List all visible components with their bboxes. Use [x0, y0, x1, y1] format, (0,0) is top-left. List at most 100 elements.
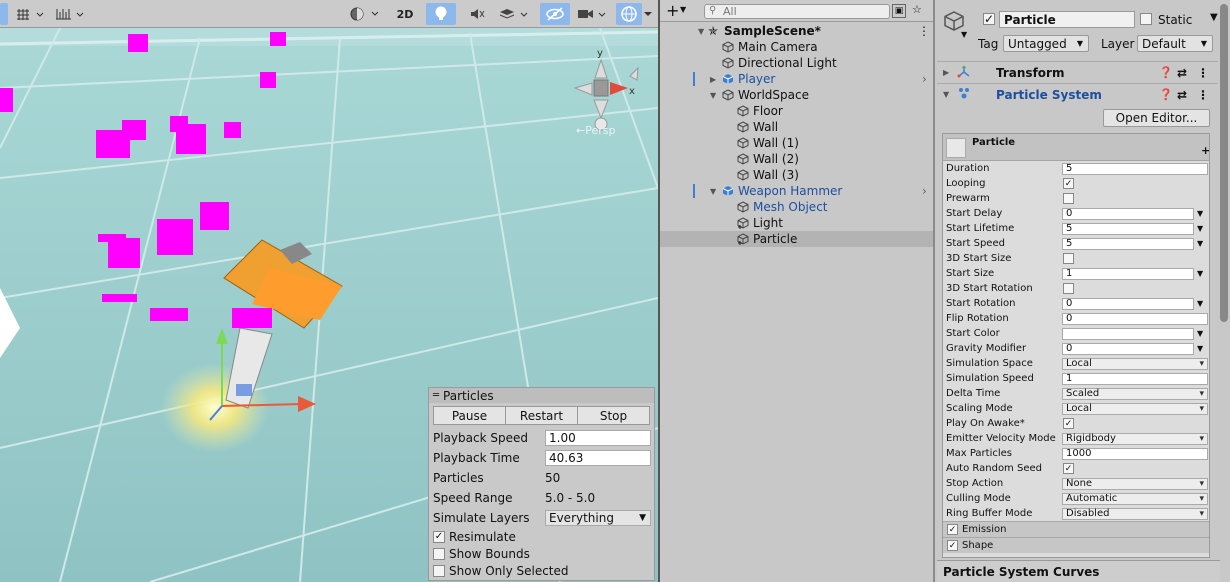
scene-filter-icon[interactable]: ▣ [892, 4, 906, 18]
scene-viewport[interactable]: y x ←Persp ═ Particles Pause Restart Sto… [0, 28, 658, 582]
prop-start-size-input[interactable]: 1 [1062, 267, 1194, 280]
prop-emitter-velocity-mode-dropdown[interactable]: Rigidbody [1062, 432, 1208, 445]
pause-button[interactable]: Pause [434, 407, 506, 424]
audio-toggle-button[interactable] [462, 3, 492, 25]
resimulate-checkbox[interactable]: ✓ [433, 530, 445, 543]
grid-snap-button[interactable] [12, 3, 48, 25]
add-module-icon[interactable]: + [1201, 144, 1209, 157]
hierarchy-item-wall-3[interactable]: Wall (3) [660, 167, 933, 183]
particle-main-module-header[interactable]: Particle + [943, 134, 1209, 161]
prop-culling-mode-dropdown[interactable]: Automatic [1062, 492, 1208, 505]
hierarchy-item-particle[interactable]: Particle [660, 231, 933, 247]
chevron-down-icon[interactable]: ▼ [1197, 239, 1203, 248]
prop-flip-rotation-input[interactable]: 0 [1062, 312, 1208, 325]
scene-visibility-toggle[interactable] [540, 3, 570, 25]
scrollbar-thumb[interactable] [1220, 4, 1228, 322]
favorite-star-icon[interactable]: ☆ [912, 3, 922, 16]
hierarchy-item-wall[interactable]: Wall [660, 119, 933, 135]
emission-checkbox[interactable]: ✓ [947, 524, 958, 535]
prop-simulation-space-dropdown[interactable]: Local [1062, 357, 1208, 370]
hierarchy-item-wall-1[interactable]: Wall (1) [660, 135, 933, 151]
static-checkbox[interactable] [1140, 13, 1152, 25]
overlay-title-bar[interactable]: ═ Particles [429, 388, 654, 403]
chevron-down-icon[interactable]: ▼ [1210, 12, 1218, 23]
chevron-right-icon[interactable]: › [922, 184, 927, 198]
chevron-down-icon[interactable]: ▼ [1197, 269, 1203, 278]
chevron-down-icon[interactable]: ▼ [1197, 299, 1203, 308]
particle-system-component-header[interactable]: ▼ Particle System ❓ ⇄ ⋮ [937, 83, 1220, 105]
playback-speed-input[interactable]: 1.00 [545, 430, 651, 446]
layer-dropdown[interactable]: Default ▼ [1137, 35, 1213, 52]
simulate-layers-dropdown[interactable]: Everything ▼ [545, 510, 651, 526]
prop-3d-start-rotation-checkbox[interactable] [1063, 283, 1074, 294]
hierarchy-item-light[interactable]: Light [660, 215, 933, 231]
prop-auto-random-seed-checkbox[interactable]: ✓ [1063, 463, 1074, 474]
shape-module-header[interactable]: ✓ Shape [943, 537, 1209, 553]
effects-dropdown[interactable] [496, 3, 536, 25]
prop-start-rotation-input[interactable]: 0 [1062, 297, 1194, 310]
more-options-icon[interactable]: ⋮ [1197, 88, 1209, 102]
expand-arrow-icon[interactable]: ▼ [710, 187, 716, 196]
prop-prewarm-checkbox[interactable] [1063, 193, 1074, 204]
hierarchy-item-wall-2[interactable]: Wall (2) [660, 151, 933, 167]
prop-max-particles-input[interactable]: 1000 [1062, 447, 1208, 460]
show-bounds-checkbox[interactable] [433, 547, 445, 560]
add-object-button[interactable]: + [666, 1, 679, 20]
chevron-right-icon[interactable]: › [922, 72, 927, 86]
preset-icon[interactable]: ⇄ [1177, 66, 1187, 80]
chevron-down-icon[interactable]: ▼ [1197, 209, 1203, 218]
hierarchy-item-main-camera[interactable]: Main Camera [660, 39, 933, 55]
more-options-icon[interactable]: ⋮ [1197, 66, 1209, 80]
hierarchy-item-worldspace[interactable]: ▼ WorldSpace [660, 87, 933, 103]
stop-button[interactable]: Stop [578, 407, 649, 424]
expand-arrow-icon[interactable]: ▼ [698, 27, 704, 36]
orientation-gizmo[interactable]: y x [570, 38, 640, 138]
chevron-down-icon[interactable]: ▼ [680, 5, 686, 14]
more-options-icon[interactable]: ⋮ [918, 24, 930, 38]
collapsed-arrow-icon[interactable]: ▶ [710, 75, 716, 84]
preset-icon[interactable]: ⇄ [1177, 88, 1187, 102]
tag-dropdown[interactable]: Untagged ▼ [1003, 35, 1089, 52]
chevron-down-icon[interactable]: ▼ [1197, 329, 1203, 338]
prop-stop-action-dropdown[interactable]: None [1062, 477, 1208, 490]
prop-start-color-swatch[interactable] [1062, 327, 1194, 340]
prop-start-delay-input[interactable]: 0 [1062, 207, 1194, 220]
active-checkbox[interactable]: ✓ [983, 13, 995, 25]
emission-module-header[interactable]: ✓ Emission [943, 521, 1209, 537]
perspective-label[interactable]: ←Persp [576, 124, 615, 137]
prop-delta-time-dropdown[interactable]: Scaled [1062, 387, 1208, 400]
expand-arrow-icon[interactable]: ▼ [710, 91, 716, 100]
prop-gravity-modifier-input[interactable]: 0 [1062, 342, 1194, 355]
hierarchy-item-samplescene[interactable]: ▼ ✯ SampleScene* ⋮ [660, 23, 933, 39]
scene-view[interactable]: 2D y x ←Persp ═ Particles Pause Restart … [0, 0, 658, 582]
hierarchy-item-player[interactable]: ▶ Player › [660, 71, 933, 87]
shape-checkbox[interactable]: ✓ [947, 540, 958, 551]
gizmos-dropdown-arrow[interactable] [642, 3, 654, 25]
increment-snap-button[interactable] [52, 3, 88, 25]
restart-button[interactable]: Restart [506, 407, 578, 424]
chevron-down-icon[interactable]: ▼ [1197, 344, 1203, 353]
shading-mode-dropdown[interactable] [346, 3, 384, 25]
prop-simulation-speed-input[interactable]: 1 [1062, 372, 1208, 385]
object-name-input[interactable]: Particle [999, 11, 1135, 28]
prop-start-speed-input[interactable]: 5 [1062, 237, 1194, 250]
hierarchy-item-floor[interactable]: Floor [660, 103, 933, 119]
chevron-down-icon[interactable]: ▼ [961, 30, 967, 39]
prop-ring-buffer-mode-dropdown[interactable]: Disabled [1062, 507, 1208, 520]
help-icon[interactable]: ❓ [1159, 66, 1173, 79]
hierarchy-item-directional-light[interactable]: Directional Light [660, 55, 933, 71]
particle-system-curves-header[interactable]: Particle System Curves [937, 560, 1220, 582]
prop-start-lifetime-input[interactable]: 5 [1062, 222, 1194, 235]
hierarchy-search-input[interactable]: ⚲ All [704, 4, 890, 19]
prop-scaling-mode-dropdown[interactable]: Local [1062, 402, 1208, 415]
hierarchy-item-mesh-object[interactable]: Mesh Object [660, 199, 933, 215]
camera-dropdown[interactable] [574, 3, 614, 25]
help-icon[interactable]: ❓ [1159, 88, 1173, 101]
prop-3d-start-size-checkbox[interactable] [1063, 253, 1074, 264]
gizmos-toggle-button[interactable] [616, 3, 642, 25]
2d-toggle-button[interactable]: 2D [390, 3, 420, 25]
prop-play-on-awake-checkbox[interactable]: ✓ [1063, 418, 1074, 429]
transform-component-header[interactable]: ▶ Transform ❓ ⇄ ⋮ [937, 61, 1220, 83]
chevron-down-icon[interactable]: ▼ [1197, 224, 1203, 233]
prop-duration-input[interactable]: 5 [1062, 162, 1208, 175]
